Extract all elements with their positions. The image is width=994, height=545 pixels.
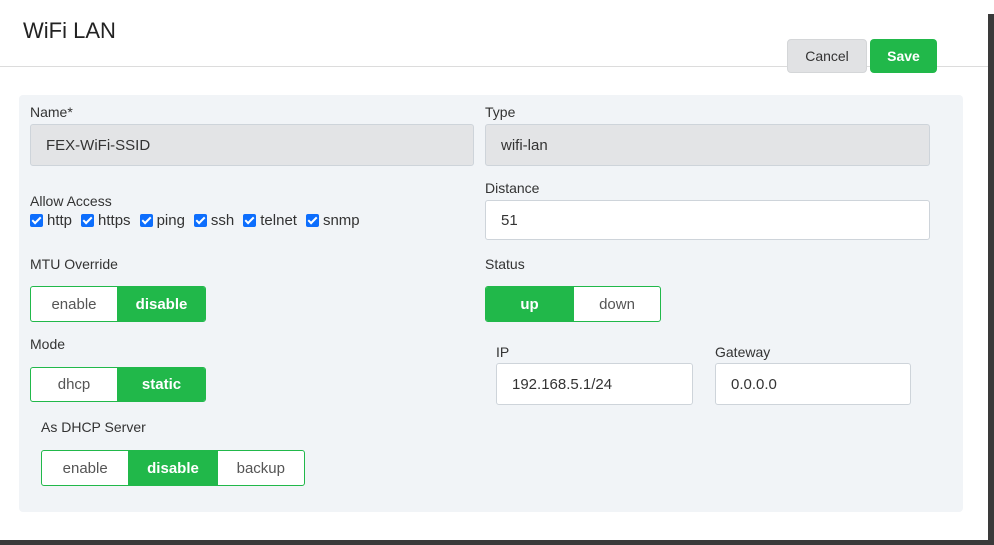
access-telnet[interactable]: telnet (243, 212, 297, 229)
access-snmp[interactable]: snmp (305, 212, 360, 229)
access-snmp-label: snmp (322, 212, 360, 229)
dhcp-server-label: As DHCP Server (41, 419, 146, 435)
mtu-disable-option[interactable]: disable (117, 287, 205, 321)
access-http-label: http (47, 212, 73, 229)
mode-toggle: dhcp static (30, 367, 206, 402)
dhcp-enable-option[interactable]: enable (42, 451, 128, 485)
name-label: Name* (30, 104, 73, 120)
access-telnet-label: telnet (260, 212, 297, 229)
access-ssh[interactable]: ssh (193, 212, 235, 229)
dialog-title: WiFi LAN (23, 18, 116, 43)
checkbox-checked-icon[interactable] (305, 214, 319, 227)
save-button[interactable]: Save (870, 39, 937, 73)
ip-input[interactable]: 192.168.5.1/24 (496, 363, 693, 405)
modal-dialog: WiFi LAN Cancel Save Name* FEX-WiFi-SSID… (0, 0, 994, 545)
access-ssh-label: ssh (210, 212, 235, 229)
checkbox-checked-icon[interactable] (193, 214, 207, 227)
mode-label: Mode (30, 336, 66, 352)
name-field[interactable]: FEX-WiFi-SSID (30, 124, 474, 166)
gateway-input[interactable]: 0.0.0.0 (715, 363, 911, 405)
status-up-option[interactable]: up (486, 287, 573, 321)
checkbox-checked-icon[interactable] (81, 214, 95, 227)
allow-access-checkboxes: http https ping ssh telnet snmp (30, 212, 369, 229)
distance-label: Distance (485, 180, 540, 196)
checkbox-checked-icon[interactable] (30, 214, 43, 227)
mtu-override-toggle: enable disable (30, 286, 206, 322)
checkbox-checked-icon[interactable] (139, 214, 153, 227)
access-http[interactable]: http (30, 212, 72, 229)
mtu-override-label: MTU Override (30, 256, 118, 272)
access-ping[interactable]: ping (139, 212, 185, 229)
dhcp-backup-option[interactable]: backup (216, 451, 304, 485)
distance-input[interactable]: 51 (485, 200, 930, 240)
dhcp-server-toggle: enable disable backup (41, 450, 305, 486)
mtu-enable-option[interactable]: enable (31, 287, 117, 321)
access-https[interactable]: https (81, 212, 131, 229)
mode-static-option[interactable]: static (117, 368, 205, 401)
status-label: Status (485, 256, 525, 272)
gateway-label: Gateway (715, 344, 771, 360)
access-https-label: https (98, 212, 131, 229)
status-down-option[interactable]: down (573, 287, 660, 321)
ip-label: IP (496, 344, 510, 360)
checkbox-checked-icon[interactable] (243, 214, 257, 227)
status-toggle: up down (485, 286, 661, 322)
allow-access-label: Allow Access (30, 193, 112, 209)
mode-dhcp-option[interactable]: dhcp (31, 368, 117, 401)
type-label: Type (485, 104, 516, 120)
cancel-button[interactable]: Cancel (787, 39, 867, 73)
dhcp-disable-option[interactable]: disable (128, 451, 217, 485)
access-ping-label: ping (156, 212, 185, 229)
type-field[interactable]: wifi-lan (485, 124, 930, 166)
